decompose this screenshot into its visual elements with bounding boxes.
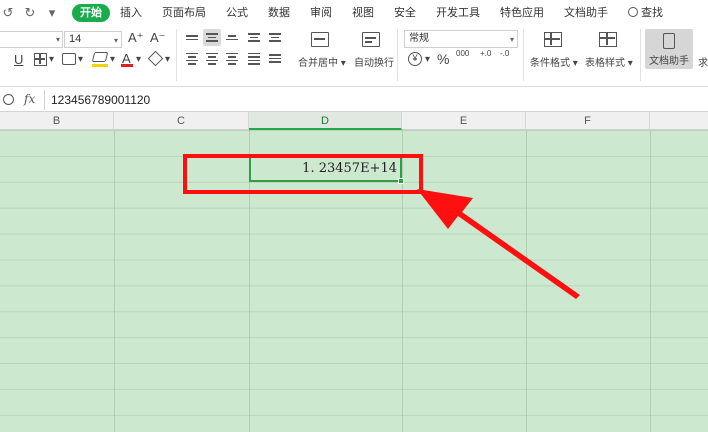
tab-security[interactable]: 安全	[384, 4, 426, 22]
search-label: 查找	[641, 6, 663, 19]
increase-decimal-button[interactable]: +.0	[480, 49, 491, 58]
decrease-indent-button[interactable]	[245, 29, 263, 46]
conditional-format-icon[interactable]	[544, 32, 562, 47]
customize-dropdown-icon[interactable]: ▾	[46, 5, 58, 21]
percent-button[interactable]: %	[437, 51, 449, 67]
merge-center-label: 合并居中	[298, 58, 338, 69]
table-style-button[interactable]: 表格样式 ▾	[585, 54, 633, 69]
ribbon: ▾ 14 ▾ A⁺ A⁻ U ▾ ▾ ▾ A ▾ ▾ 合并居中 ▾ 自动换行 常规…	[0, 25, 708, 87]
column-header-g[interactable]	[650, 112, 708, 130]
tab-page-layout[interactable]: 页面布局	[152, 4, 216, 22]
clear-format-dropdown-icon[interactable]: ▾	[165, 54, 170, 65]
fill-color-dropdown-icon[interactable]: ▾	[110, 54, 115, 65]
tab-special-apps[interactable]: 特色应用	[490, 4, 554, 22]
column-header-b[interactable]: B	[0, 112, 114, 130]
tab-insert[interactable]: 插入	[110, 4, 152, 22]
align-left-button[interactable]	[183, 50, 201, 67]
underline-button[interactable]: U	[14, 52, 23, 68]
borders-icon[interactable]	[34, 53, 47, 66]
search-icon	[628, 6, 638, 17]
distributed-button[interactable]	[266, 50, 284, 67]
undo-icon[interactable]: ↺	[2, 5, 14, 21]
cell-style-dropdown-icon[interactable]: ▾	[78, 54, 83, 65]
wrap-text-button[interactable]: 自动换行	[354, 54, 394, 69]
column-header-d[interactable]: D	[249, 112, 402, 130]
highlight-box	[183, 154, 423, 194]
wrap-text-icon[interactable]	[362, 32, 380, 47]
borders-dropdown-icon[interactable]: ▾	[49, 54, 54, 65]
column-header-c[interactable]: C	[114, 112, 249, 130]
shrink-font-button[interactable]: A⁻	[150, 30, 166, 46]
menu-bar: ↺ ↻ ▾ 开始 插入 页面布局 公式 数据 审阅 视图 安全 开发工具 特色应…	[0, 0, 708, 25]
quick-access-toolbar: ↺ ↻ ▾	[0, 5, 58, 21]
align-right-button[interactable]	[223, 50, 241, 67]
grid-line	[650, 130, 651, 432]
number-format-value: 常规	[409, 33, 429, 44]
tab-doc-helper[interactable]: 文档助手	[554, 4, 618, 22]
insert-function-button[interactable]: fx	[24, 92, 35, 106]
align-top-button[interactable]	[183, 29, 201, 46]
fill-color-icon[interactable]	[91, 52, 109, 62]
justify-button[interactable]	[245, 50, 263, 67]
group-divider	[176, 29, 177, 81]
column-headers: B C D E F	[0, 112, 708, 130]
formula-input[interactable]: 123456789001120	[44, 90, 708, 110]
redo-icon[interactable]: ↻	[24, 5, 36, 21]
font-color-bar	[121, 64, 133, 67]
doc-helper-button[interactable]: 文档助手	[645, 29, 693, 69]
align-center-button[interactable]	[203, 50, 221, 67]
zoom-icon[interactable]	[3, 94, 14, 105]
conditional-format-label: 条件格式	[530, 58, 570, 69]
clear-format-icon[interactable]	[147, 50, 164, 67]
cell-style-icon[interactable]	[62, 53, 76, 65]
currency-dropdown-icon[interactable]: ▾	[425, 54, 430, 65]
table-style-icon[interactable]	[599, 32, 617, 47]
tab-search[interactable]: 查找	[618, 4, 673, 22]
align-middle-button[interactable]	[203, 29, 221, 46]
thousands-separator-button[interactable]: 000	[456, 49, 469, 58]
font-size-select[interactable]: 14 ▾	[64, 31, 122, 48]
extra-ribbon-button[interactable]: 求	[698, 54, 708, 69]
table-style-label: 表格样式	[585, 58, 625, 69]
font-family-select[interactable]: ▾	[0, 31, 63, 48]
conditional-format-button[interactable]: 条件格式 ▾	[530, 54, 578, 69]
tab-formulas[interactable]: 公式	[216, 4, 258, 22]
ribbon-tabs: 开始 插入 页面布局 公式 数据 审阅 视图 安全 开发工具 特色应用 文档助手…	[72, 3, 673, 22]
fill-color-bar	[92, 64, 108, 67]
doc-helper-label: 文档助手	[649, 56, 689, 67]
column-header-e[interactable]: E	[402, 112, 526, 130]
tab-view[interactable]: 视图	[342, 4, 384, 22]
currency-button[interactable]: ¥	[408, 52, 422, 66]
formula-bar: fx 123456789001120	[0, 88, 708, 112]
doc-helper-icon	[663, 33, 675, 49]
merge-center-button[interactable]: 合并居中 ▾	[298, 54, 346, 69]
tab-developer[interactable]: 开发工具	[426, 4, 490, 22]
tab-data[interactable]: 数据	[258, 4, 300, 22]
grid-line	[526, 130, 527, 432]
merge-center-icon[interactable]	[311, 32, 329, 47]
number-format-select[interactable]: 常规 ▾	[404, 30, 518, 48]
grid-line	[114, 130, 115, 432]
column-header-f[interactable]: F	[526, 112, 650, 130]
font-color-dropdown-icon[interactable]: ▾	[136, 54, 141, 65]
decrease-decimal-button[interactable]: -.0	[500, 49, 509, 58]
tab-review[interactable]: 审阅	[300, 4, 342, 22]
group-divider	[523, 29, 524, 81]
align-bottom-button[interactable]	[223, 29, 241, 46]
increase-indent-button[interactable]	[266, 29, 284, 46]
tab-home[interactable]: 开始	[72, 3, 110, 22]
group-divider	[397, 29, 398, 81]
font-size-value: 14	[69, 33, 82, 45]
grow-font-button[interactable]: A⁺	[128, 30, 144, 46]
group-divider	[640, 29, 641, 81]
